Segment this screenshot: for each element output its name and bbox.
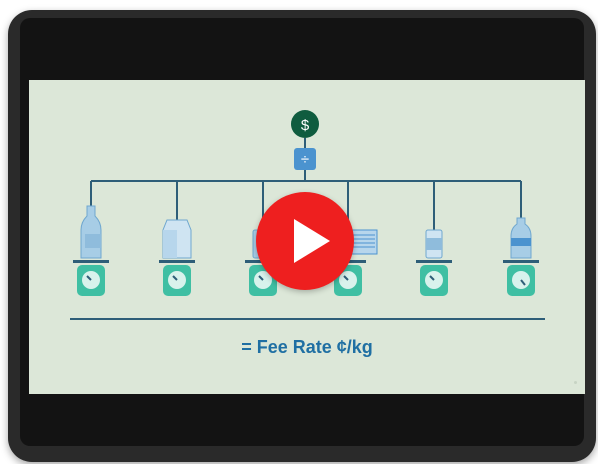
divide-symbol: ÷ <box>301 151 309 168</box>
scale-2 <box>159 260 195 296</box>
watermark-dot <box>574 381 577 384</box>
dollar-symbol: $ <box>301 117 310 134</box>
scale-5 <box>416 260 452 296</box>
play-icon <box>294 219 330 263</box>
paper-stack-icon <box>350 229 378 255</box>
scale-6 <box>503 260 539 296</box>
glass-bottle-icon <box>80 205 102 259</box>
plastic-bottle-icon <box>510 217 532 259</box>
scale-1 <box>73 260 109 296</box>
play-button[interactable] <box>256 192 354 290</box>
can-icon <box>425 229 443 259</box>
milk-carton-icon <box>162 219 192 259</box>
fee-rate-caption: = Fee Rate ¢/kg <box>241 337 373 357</box>
